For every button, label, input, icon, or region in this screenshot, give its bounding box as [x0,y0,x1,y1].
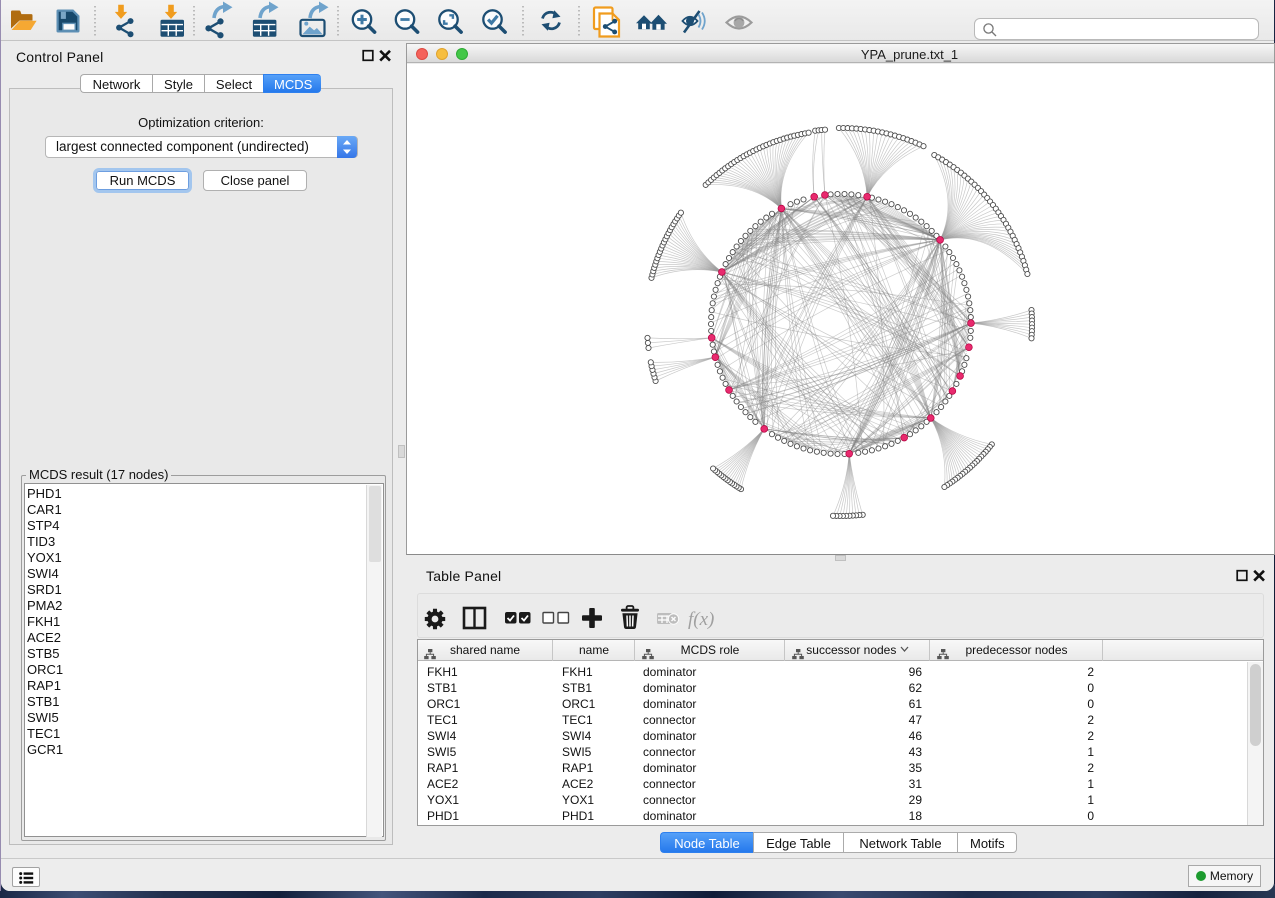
svg-text:f(x): f(x) [688,609,714,630]
